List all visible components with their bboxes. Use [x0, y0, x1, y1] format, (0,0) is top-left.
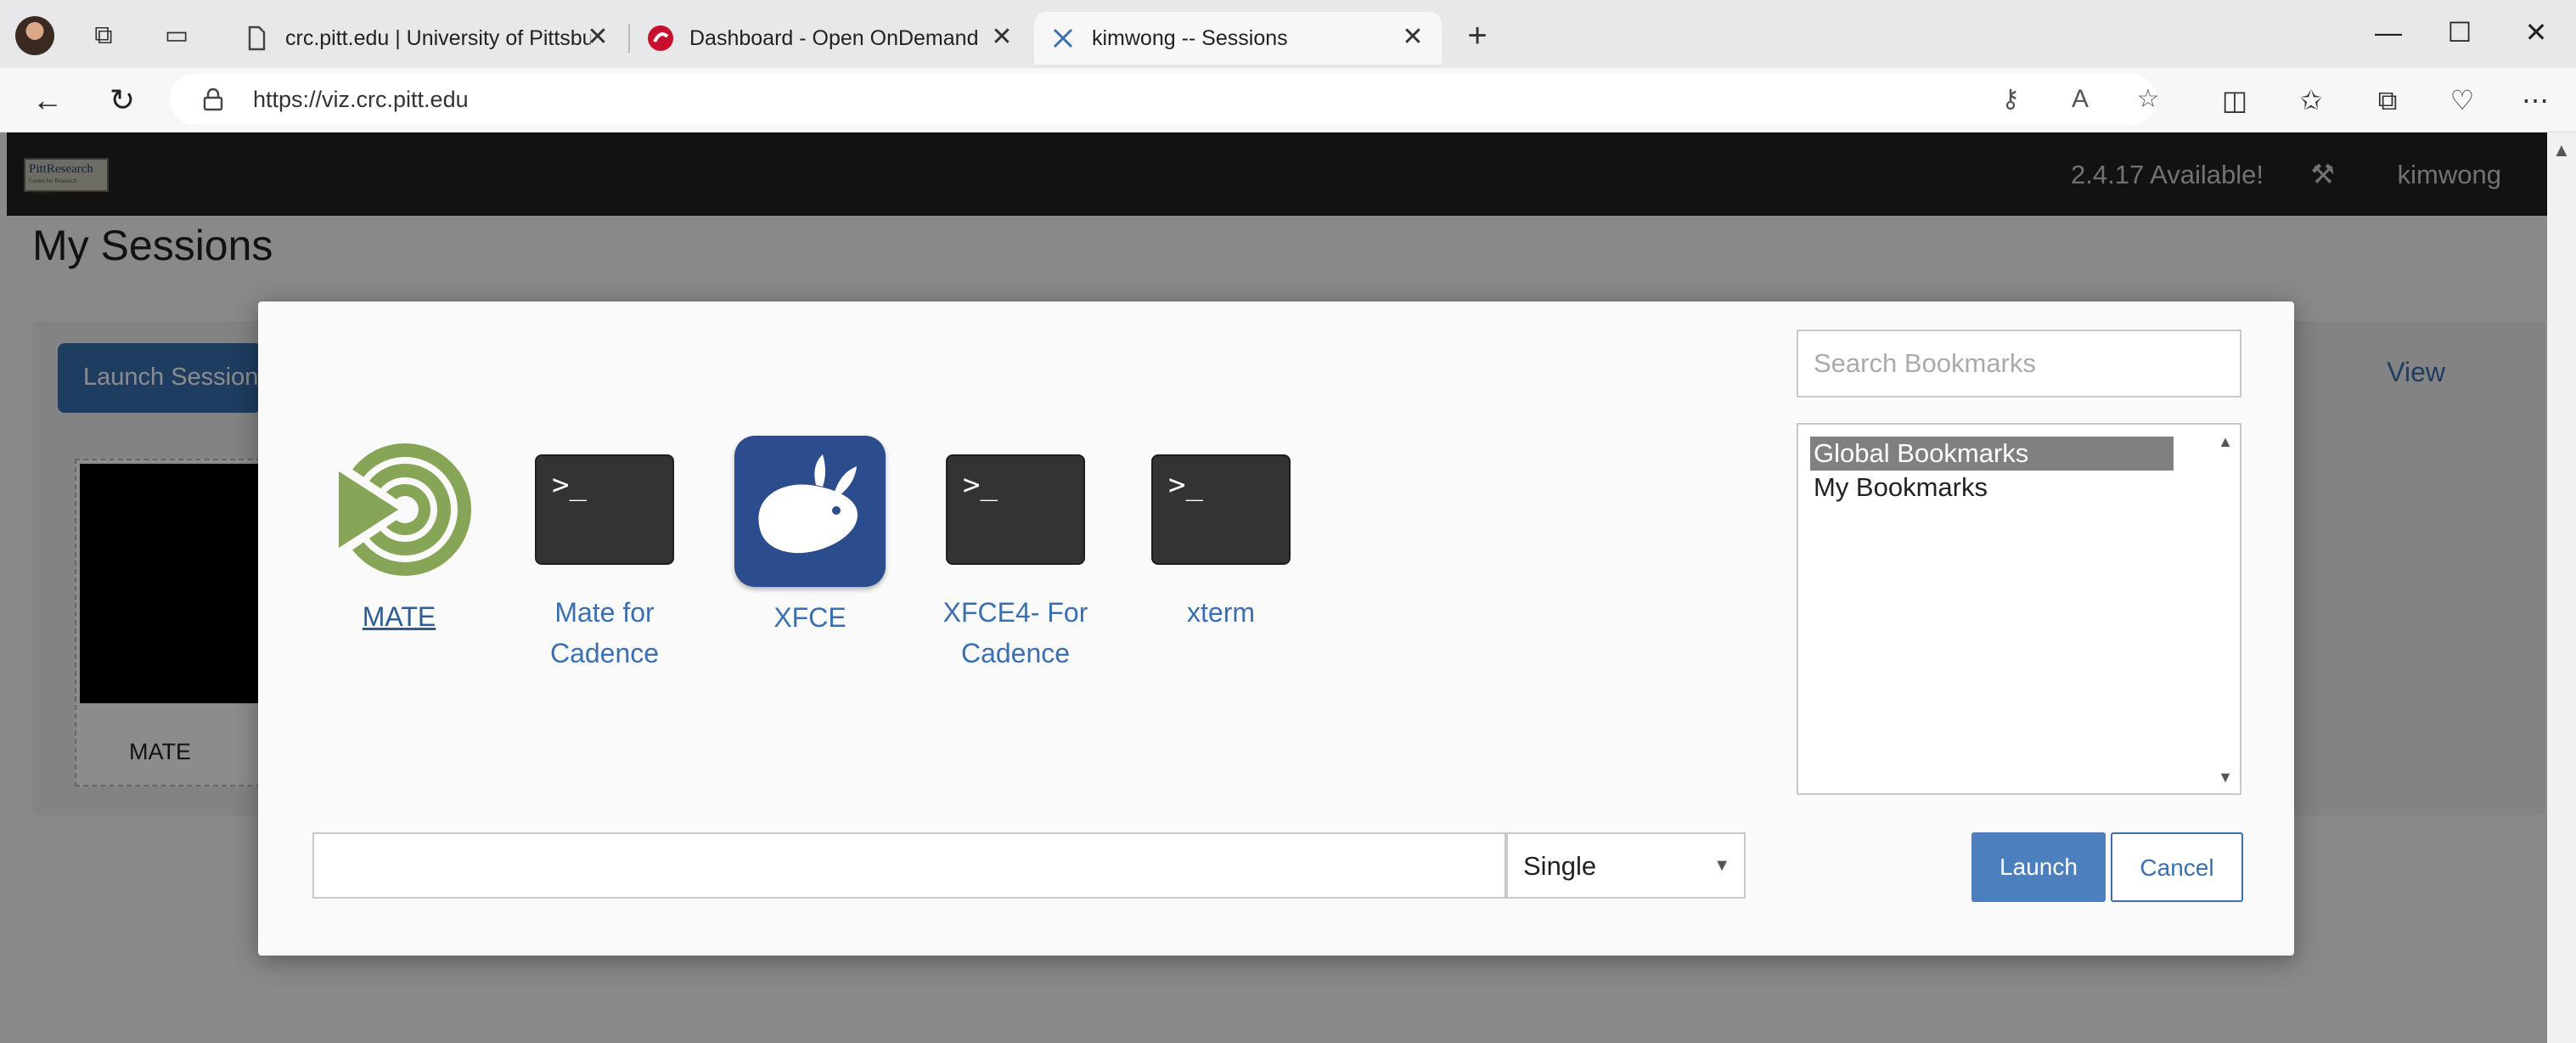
session-mode-value: Single — [1523, 851, 1597, 881]
address-bar: ← ↻ https://viz.crc.pitt.edu ⚷ A ☆ ◫ ✩ ⧉… — [0, 68, 2576, 132]
close-icon[interactable]: ✕ — [1398, 22, 1428, 52]
app-xfce4-cadence[interactable]: >_ XFCE4- For Cadence — [931, 437, 1100, 674]
read-aloud-icon[interactable]: A — [2065, 84, 2095, 115]
app-label: MATE — [314, 596, 484, 637]
launch-session-modal: MATE >_ Mate for Cadence XFCE >_ XFCE4- … — [258, 302, 2294, 956]
app-label: Mate for Cadence — [520, 592, 689, 674]
close-icon[interactable]: ✕ — [582, 22, 613, 52]
collections-icon[interactable]: ⧉ — [2371, 83, 2404, 117]
url-field[interactable]: https://viz.crc.pitt.edu ⚷ A ☆ — [170, 74, 2159, 125]
page-icon — [248, 25, 266, 51]
favorites-icon[interactable]: ✩ — [2294, 83, 2328, 117]
scroll-down-arrow-icon[interactable]: ▼ — [2218, 769, 2233, 786]
terminal-icon: >_ — [946, 454, 1085, 565]
launch-button[interactable]: Launch — [1971, 832, 2106, 902]
vertical-tabs-icon[interactable]: ▭ — [161, 20, 192, 51]
tab-separator — [628, 24, 630, 53]
split-screen-icon[interactable]: ◫ — [2218, 83, 2252, 117]
tab-crc[interactable]: crc.pitt.edu | University of Pittsbur ✕ — [228, 12, 627, 65]
tab-sessions[interactable]: kimwong -- Sessions ✕ — [1034, 12, 1442, 65]
tab-title: kimwong -- Sessions — [1092, 25, 1288, 50]
app-mate-cadence[interactable]: >_ Mate for Cadence — [520, 437, 689, 674]
tab-title: crc.pitt.edu | University of Pittsbur — [285, 25, 591, 50]
bookmarks-list[interactable]: Global Bookmarks My Bookmarks ▲ ▼ — [1797, 423, 2241, 795]
tab-title: Dashboard - Open OnDemand — [689, 25, 979, 50]
app-label-line1: xterm — [1187, 597, 1255, 628]
app-xfce[interactable]: XFCE — [725, 436, 895, 638]
more-menu-icon[interactable]: ⋯ — [2518, 83, 2552, 117]
session-mode-select[interactable]: Single ▼ — [1506, 832, 1746, 899]
scroll-up-arrow-icon[interactable]: ▲ — [2552, 139, 2571, 161]
close-window-button[interactable]: ✕ — [2515, 15, 2557, 49]
terminal-icon: >_ — [1151, 454, 1291, 565]
cancel-button[interactable]: Cancel — [2111, 832, 2243, 902]
app-label: XFCE — [725, 597, 895, 638]
app-label: XFCE4- For Cadence — [931, 592, 1100, 674]
mate-logo-icon — [330, 443, 471, 576]
chevron-down-icon: ▼ — [1713, 856, 1730, 875]
tab-bar: ⧉ ▭ crc.pitt.edu | University of Pittsbu… — [0, 0, 2576, 68]
app-label: xterm — [1136, 592, 1306, 633]
app-label-line1: XFCE4- For — [942, 597, 1088, 628]
app-label-line1: MATE — [362, 601, 436, 632]
page-scrollbar[interactable]: ▲ — [2547, 132, 2576, 1043]
bookmark-global[interactable]: Global Bookmarks — [1810, 437, 2174, 471]
xfce-favicon — [1053, 28, 1073, 48]
app-label-line2: Cadence — [960, 638, 1071, 668]
url-text: https://viz.crc.pitt.edu — [253, 87, 469, 112]
scroll-up-arrow-icon[interactable]: ▲ — [2218, 433, 2233, 451]
search-bookmarks-input[interactable]: Search Bookmarks — [1797, 330, 2241, 397]
profile-avatar[interactable] — [15, 16, 54, 55]
bookmark-mine[interactable]: My Bookmarks — [1810, 471, 2174, 505]
app-mate[interactable]: MATE — [314, 437, 484, 637]
browser-essentials-icon[interactable]: ♡ — [2445, 83, 2479, 117]
app-xterm[interactable]: >_ xterm — [1136, 437, 1306, 633]
new-tab-icon[interactable]: + — [1462, 19, 1493, 53]
favorite-star-icon[interactable]: ☆ — [2133, 84, 2163, 115]
ondemand-icon — [648, 25, 673, 51]
key-icon[interactable]: ⚷ — [1995, 84, 2026, 115]
app-label-line2: Cadence — [549, 638, 660, 668]
xfce-mouse-icon — [734, 436, 886, 587]
back-arrow-icon[interactable]: ← — [31, 83, 65, 117]
session-name-input[interactable] — [312, 832, 1506, 899]
workspaces-icon[interactable]: ⧉ — [88, 20, 119, 51]
terminal-icon: >_ — [535, 454, 674, 565]
minimize-button[interactable]: — — [2367, 15, 2410, 49]
maximize-button[interactable]: ☐ — [2438, 15, 2481, 49]
app-label-line1: XFCE — [773, 602, 846, 633]
lock-icon — [203, 87, 223, 111]
tab-dashboard[interactable]: Dashboard - Open OnDemand ✕ — [632, 12, 1031, 65]
app-label-line1: Mate for — [554, 597, 655, 628]
refresh-icon[interactable]: ↻ — [105, 83, 139, 117]
close-icon[interactable]: ✕ — [987, 22, 1017, 52]
